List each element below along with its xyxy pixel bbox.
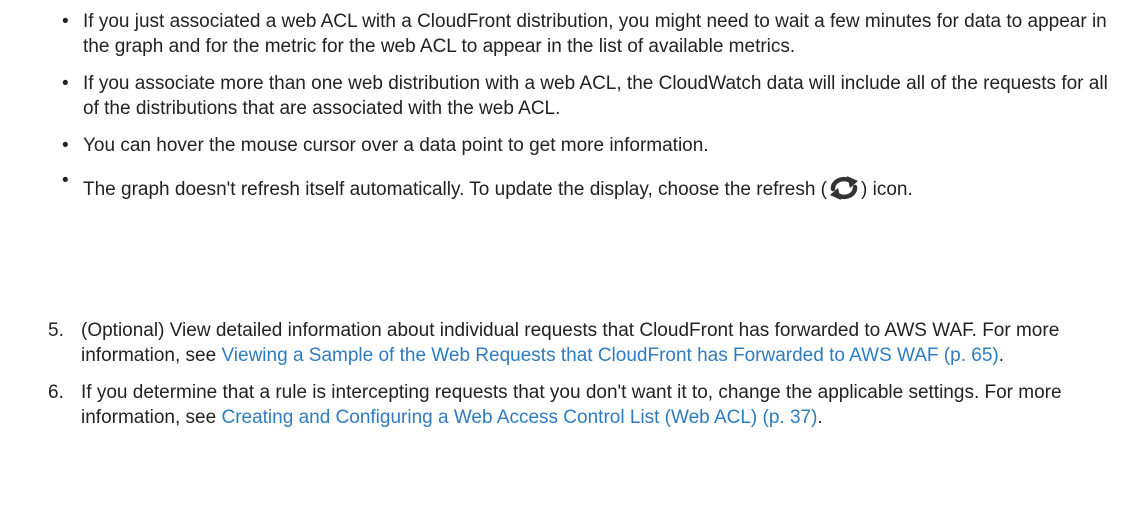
- step-number: 6.: [48, 382, 64, 403]
- bullet-dot: •: [62, 11, 69, 32]
- bullet-item: • If you associate more than one web dis…: [62, 71, 1122, 121]
- document-page: • If you just associated a web ACL with …: [0, 0, 1132, 519]
- step-text-after: .: [998, 345, 1005, 366]
- bullet-item: • You can hover the mouse cursor over a …: [62, 133, 1122, 158]
- notes-bullet-list: • If you just associated a web ACL with …: [62, 9, 1122, 214]
- link-creating-web-acl[interactable]: Creating and Configuring a Web Access Co…: [221, 407, 817, 428]
- bullet-item: • If you just associated a web ACL with …: [62, 9, 1122, 59]
- step-number: 5.: [48, 320, 64, 341]
- refresh-icon: [828, 175, 860, 201]
- bullet-item: • The graph doesn't refresh itself autom…: [62, 170, 1122, 202]
- step-text-after: .: [817, 407, 823, 428]
- link-viewing-sample-web-requests[interactable]: Viewing a Sample of the Web Requests tha…: [221, 345, 998, 366]
- bullet-text: If you just associated a web ACL with a …: [83, 11, 1107, 57]
- bullet-dot: •: [62, 73, 69, 94]
- bullet-text-after: ) icon.: [861, 179, 913, 200]
- bullet-text: If you associate more than one web distr…: [83, 73, 1108, 119]
- bullet-dot: •: [62, 135, 69, 156]
- step-item: 6. If you determine that a rule is inter…: [48, 380, 1123, 430]
- bullet-dot: •: [62, 170, 69, 191]
- bullet-text: You can hover the mouse cursor over a da…: [83, 135, 709, 156]
- step-item: 5. (Optional) View detailed information …: [48, 318, 1123, 368]
- bullet-text: The graph doesn't refresh itself automat…: [83, 179, 827, 200]
- procedure-steps: 5. (Optional) View detailed information …: [48, 318, 1123, 442]
